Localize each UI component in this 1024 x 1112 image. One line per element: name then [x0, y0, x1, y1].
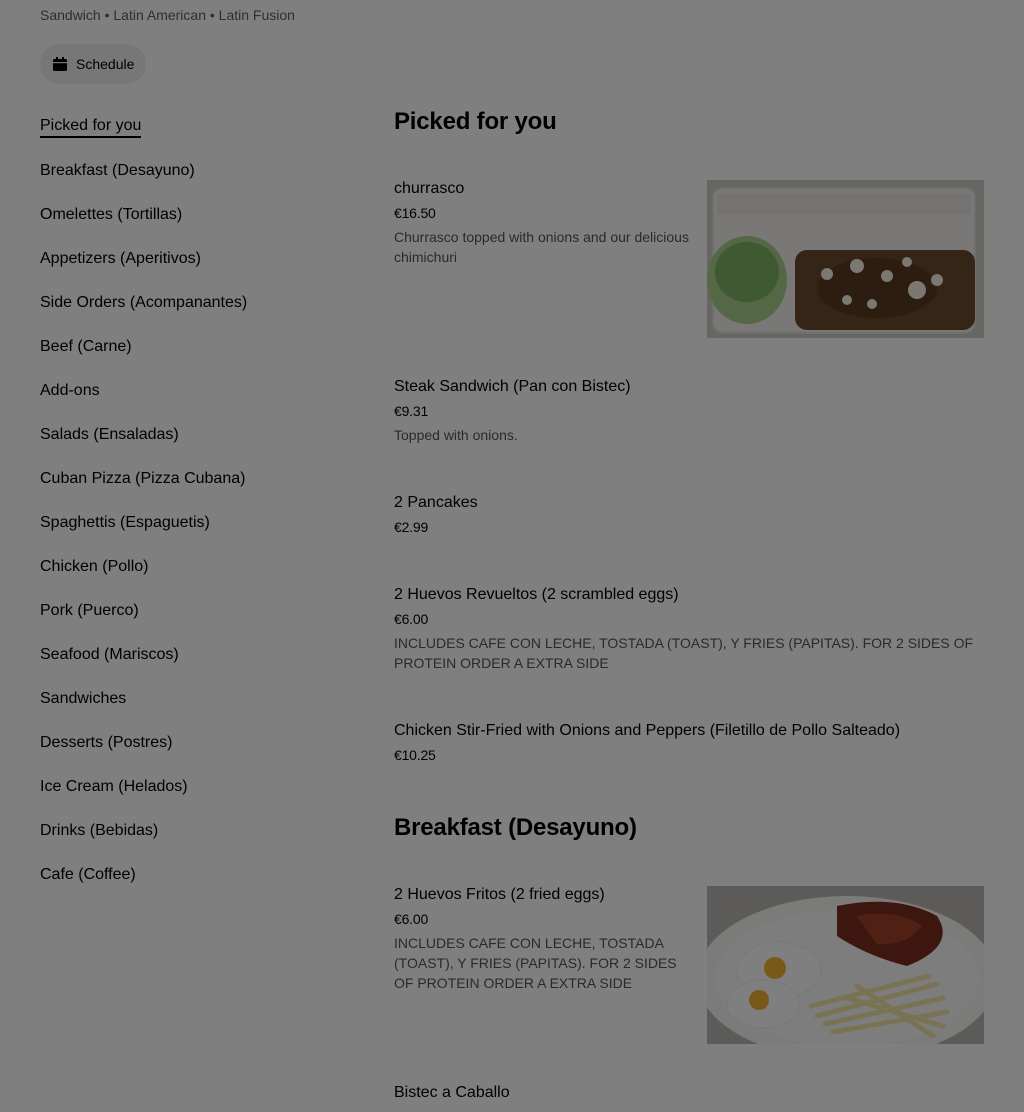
dim-overlay	[0, 0, 1024, 1112]
store-page: Sandwich • Latin American • Latin Fusion…	[0, 0, 1024, 1112]
